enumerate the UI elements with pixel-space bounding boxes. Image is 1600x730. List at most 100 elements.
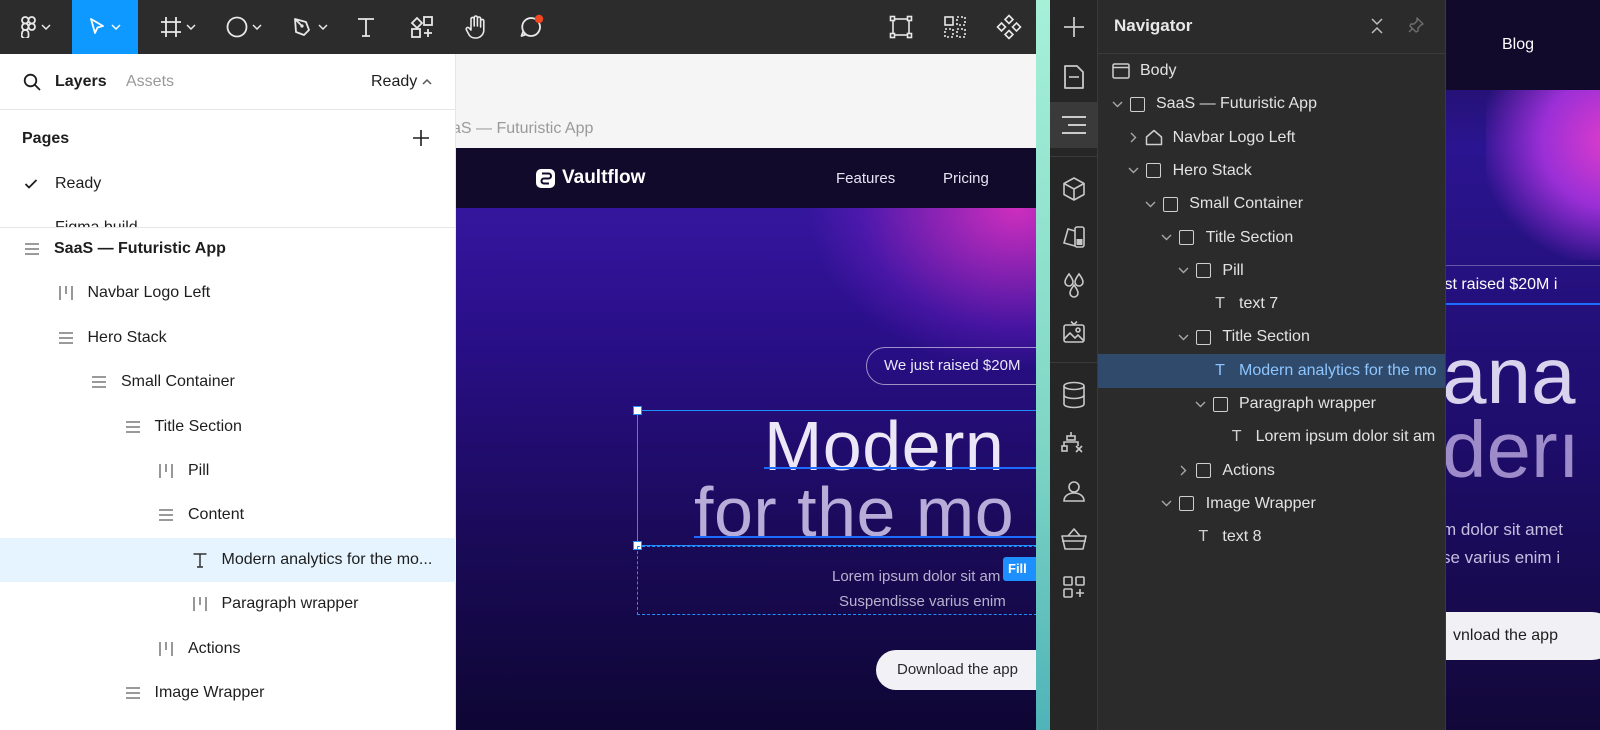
layer-row[interactable]: Title Section <box>0 405 456 449</box>
main-menu-button[interactable] <box>0 0 72 54</box>
stack-icon <box>122 416 144 438</box>
webflow-canvas-preview[interactable]: Blog ıst raised $20M i ana derı m dolor … <box>1446 0 1600 730</box>
div-block-icon <box>1145 162 1163 180</box>
selection-box[interactable] <box>637 410 1050 546</box>
chevron-down-icon[interactable] <box>1193 397 1207 411</box>
shape-tool-button[interactable] <box>214 0 274 54</box>
stack-icon <box>155 504 177 526</box>
pages-button[interactable] <box>1050 54 1098 100</box>
cube-icon <box>1063 177 1085 201</box>
tab-assets[interactable]: Assets <box>126 73 174 91</box>
chevron-right-icon[interactable] <box>1127 131 1141 145</box>
navigator-tree-item[interactable]: T Modern analytics for the mo <box>1098 353 1445 388</box>
site-logo-text: Vaultflow <box>562 167 646 188</box>
navigator-button[interactable] <box>1050 102 1098 148</box>
layer-row[interactable]: Navbar Logo Left <box>0 271 456 315</box>
download-app-button[interactable]: Download the app <box>876 650 1050 690</box>
ecommerce-button[interactable] <box>1050 516 1098 562</box>
assets-button[interactable] <box>1050 310 1098 356</box>
navigator-tree-item[interactable]: Ttext 8 <box>1098 520 1445 554</box>
preview-download-button[interactable]: vnload the app <box>1446 612 1600 660</box>
figma-toolbar <box>0 0 1050 54</box>
navigator-tree-item[interactable]: Title Section <box>1098 320 1445 354</box>
navigator-tree-item[interactable]: Ttext 7 <box>1098 287 1445 321</box>
add-elements-button[interactable] <box>1050 4 1098 50</box>
plus-icon[interactable] <box>410 127 432 149</box>
chevron-right-icon[interactable] <box>1176 464 1190 478</box>
layer-row[interactable]: Modern analytics for the mo... <box>0 537 456 582</box>
layer-row[interactable]: Content <box>0 493 456 537</box>
frame-label[interactable]: aS — Futuristic App <box>456 120 593 138</box>
frame-selection-button[interactable] <box>886 0 916 54</box>
layer-label: Hero Stack <box>87 328 167 346</box>
cursor-icon <box>90 18 104 34</box>
page-icon <box>1064 65 1084 89</box>
pin-icon[interactable] <box>1408 17 1424 33</box>
droplets-icon <box>1064 272 1084 298</box>
chevron-down-icon[interactable] <box>1176 330 1190 344</box>
components-button[interactable] <box>1050 166 1098 212</box>
apps-button[interactable] <box>1050 564 1098 610</box>
logic-button[interactable] <box>1050 420 1098 466</box>
chevron-down-icon <box>318 24 328 30</box>
page-selector[interactable]: Ready <box>371 73 417 91</box>
text-tool-button[interactable] <box>346 0 386 54</box>
navigator-item-label: Actions <box>1222 461 1275 479</box>
text-element-icon: T <box>1198 528 1209 546</box>
navigator-tree-item[interactable]: Actions <box>1098 454 1445 488</box>
tab-layers[interactable]: Layers <box>55 73 107 91</box>
navigator-tree-item[interactable]: Body <box>1098 54 1445 88</box>
create-component-button[interactable] <box>940 0 970 54</box>
frame-selection-icon <box>889 15 913 39</box>
comment-tool-button[interactable] <box>512 0 552 54</box>
navigator-tree-item[interactable]: T Lorem ipsum dolor sit am <box>1098 420 1445 454</box>
page-item-label: Ready <box>55 175 102 192</box>
layer-row[interactable]: SaaS — Futuristic App <box>0 227 456 271</box>
components-button[interactable] <box>994 0 1024 54</box>
navigator-tree-item[interactable]: SaaS — Futuristic App <box>1098 87 1445 121</box>
home-icon <box>1145 129 1163 147</box>
layer-row[interactable]: Image Wrapper <box>0 671 456 715</box>
layer-row[interactable]: Hero Stack <box>0 316 456 360</box>
chevron-down-icon[interactable] <box>1110 97 1124 111</box>
variables-button[interactable] <box>1050 214 1098 260</box>
cms-button[interactable] <box>1050 372 1098 418</box>
navigator-tree-item[interactable]: Image Wrapper <box>1098 487 1445 521</box>
chevron-down-icon[interactable] <box>1160 231 1174 245</box>
navigator-tree-item[interactable]: Title Section <box>1098 221 1445 255</box>
pen-tool-button[interactable] <box>280 0 340 54</box>
navigator-tree-item[interactable]: Paragraph wrapper <box>1098 387 1445 421</box>
chevron-up-icon[interactable] <box>422 78 432 85</box>
div-block-icon <box>1178 229 1196 247</box>
webflow-window: Navigator Body SaaS — Futuristic App Navba… <box>1036 0 1600 730</box>
styles-button[interactable] <box>1050 262 1098 308</box>
style-guide-icon <box>1063 226 1085 248</box>
hand-icon <box>465 15 485 39</box>
layer-row[interactable]: Paragraph wrapper <box>0 582 456 626</box>
search-icon[interactable] <box>23 73 41 91</box>
layer-row[interactable]: Small Container <box>0 360 456 404</box>
chevron-down-icon[interactable] <box>1143 197 1157 211</box>
navigator-tree-item[interactable]: Small Container <box>1098 187 1445 221</box>
navigator-tree-item[interactable]: Hero Stack <box>1098 154 1445 188</box>
move-tool-button[interactable] <box>72 0 138 54</box>
website-frame[interactable]: Vaultflow Features Pricing We just raise… <box>456 148 1050 730</box>
layer-row[interactable]: Actions <box>0 627 456 671</box>
design-canvas[interactable]: aS — Futuristic App Vaultflow Features P… <box>456 54 1050 730</box>
chevron-down-icon[interactable] <box>1160 497 1174 511</box>
chevron-down-icon[interactable] <box>1176 264 1190 278</box>
hero-paragraph-line-1: Lorem ipsum dolor sit am <box>832 568 1001 585</box>
div-block-icon <box>1194 262 1212 280</box>
hand-tool-button[interactable] <box>456 0 496 54</box>
collapse-icon[interactable] <box>1370 18 1384 34</box>
chevron-down-icon <box>186 24 196 30</box>
frame-tool-button[interactable] <box>148 0 208 54</box>
resources-tool-button[interactable] <box>402 0 442 54</box>
users-button[interactable] <box>1050 468 1098 514</box>
navigator-tree-item[interactable]: Pill <box>1098 254 1445 288</box>
resize-handle[interactable] <box>633 406 642 415</box>
navigator-tree-item[interactable]: Navbar Logo Left <box>1098 121 1445 155</box>
chevron-down-icon[interactable] <box>1127 164 1141 178</box>
layer-row[interactable]: Pill <box>0 449 456 493</box>
layer-label: SaaS — Futuristic App <box>54 240 226 257</box>
